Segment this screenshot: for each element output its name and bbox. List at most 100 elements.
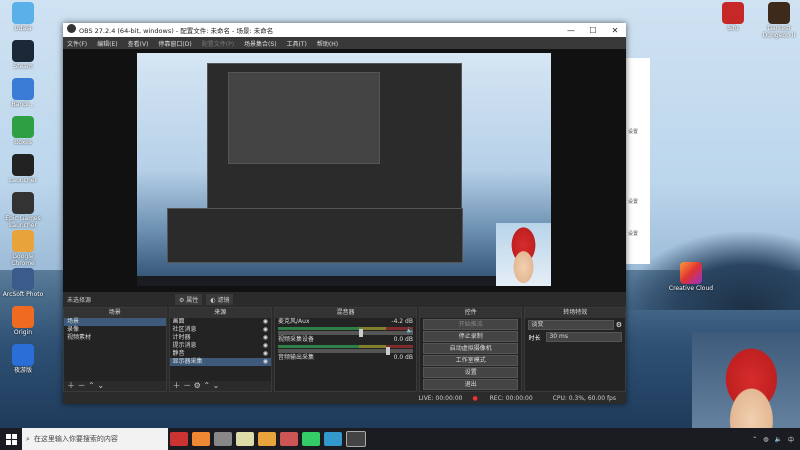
desktop-shortcut[interactable]: Udala	[0, 2, 46, 33]
desktop-shortcut[interactable]: Origin	[0, 306, 46, 337]
taskbar-search-box[interactable]: ⌕ 在这里输入你要搜索的内容	[22, 428, 168, 450]
menu-docks[interactable]: 停靠窗口(D)	[158, 39, 191, 48]
volume-slider[interactable]: 🔈	[278, 326, 415, 337]
eye-icon[interactable]: ◉	[263, 334, 268, 342]
channel-db: -4.2 dB	[391, 318, 413, 325]
taskbar: ⌕ 在这里输入你要搜索的内容 ⌃ ◍ 🔈 中	[0, 428, 800, 450]
scene-item[interactable]: 录像	[64, 326, 166, 334]
menu-help[interactable]: 帮助(H)	[317, 39, 338, 48]
desktop-shortcut[interactable]: 夜游版	[0, 344, 46, 375]
minimize-icon[interactable]: —	[560, 26, 582, 35]
duration-label: 时长	[528, 334, 541, 342]
ime-icon[interactable]: 中	[788, 435, 794, 444]
menu-file[interactable]: 文件(F)	[67, 39, 87, 48]
window-title: OBS 27.2.4 (64-bit, windows) - 配置文件: 未命名…	[79, 27, 274, 35]
volume-slider[interactable]	[278, 347, 413, 355]
desktop-shortcut[interactable]: Launcher	[0, 154, 46, 185]
live-status: LIVE: 00:00:00	[418, 394, 463, 402]
creative-cloud-shortcut[interactable]: Creative Cloud	[668, 262, 714, 293]
volume-icon[interactable]: 🔈	[775, 436, 782, 443]
obs-window[interactable]: OBS 27.2.4 (64-bit, windows) - 配置文件: 未命名…	[63, 23, 627, 404]
channel-name: 音频输出采集	[278, 354, 315, 361]
eye-icon[interactable]: ◉	[263, 318, 268, 326]
menu-tools[interactable]: 工具(T)	[287, 39, 307, 48]
shortcut-icon	[12, 344, 34, 366]
eye-icon[interactable]: ◉	[263, 326, 268, 334]
chrome-icon[interactable]	[258, 432, 276, 446]
add-source-icon[interactable]: ＋	[173, 381, 181, 390]
duration-input[interactable]: 30 ms	[546, 332, 623, 342]
source-item[interactable]: 提示消息 ◉	[170, 342, 272, 350]
menu-profile[interactable]: 配置文件(P)	[202, 39, 234, 48]
add-scene-icon[interactable]: ＋	[67, 381, 75, 390]
filters-label: 滤镜	[217, 296, 230, 304]
start-streaming-button[interactable]: 开始推流	[422, 319, 519, 330]
source-item[interactable]: 显示器采集 ◉	[169, 358, 272, 366]
scene-item[interactable]: 视频素材	[64, 334, 166, 342]
transitions-header: 转场特效	[525, 308, 626, 318]
menu-edit[interactable]: 编辑(E)	[97, 39, 117, 48]
move-up-icon[interactable]: ⌃	[88, 381, 95, 390]
mute-icon[interactable]: 🔈	[406, 326, 415, 334]
source-item[interactable]: 计时器 ◉	[170, 334, 272, 342]
network-icon[interactable]: ◍	[763, 436, 768, 443]
start-virtual-camera-button[interactable]: 启动虚拟摄像机	[422, 343, 519, 354]
file-explorer-icon[interactable]	[236, 432, 254, 446]
taskbar-app-icon[interactable]	[170, 432, 188, 446]
wechat-icon[interactable]	[302, 432, 320, 446]
menu-view[interactable]: 查看(V)	[128, 39, 149, 48]
taskbar-app-icon[interactable]	[324, 432, 342, 446]
desktop-shortcut[interactable]: Sifu	[710, 2, 756, 33]
settings-button[interactable]: 设置	[422, 367, 519, 378]
shortcut-label: Google Chrome	[11, 253, 35, 267]
mixer-header: 混音器	[275, 308, 416, 318]
source-item[interactable]: 社区消息 ◉	[170, 326, 272, 334]
maximize-icon[interactable]: ☐	[582, 26, 604, 35]
taskbar-app-icon[interactable]	[280, 432, 298, 446]
dialog-item[interactable]: 设置	[628, 230, 638, 237]
exit-button[interactable]: 退出	[422, 379, 519, 390]
remove-source-icon[interactable]: －	[183, 381, 191, 390]
obs-taskbar-icon[interactable]	[346, 431, 366, 447]
remove-scene-icon[interactable]: －	[78, 381, 86, 390]
eye-icon[interactable]: ◉	[263, 342, 268, 350]
dialog-item[interactable]: 设置	[628, 198, 638, 205]
desktop-shortcut[interactable]: ArcSoft Photo	[0, 268, 46, 299]
menu-scene-collection[interactable]: 场景集合(S)	[244, 39, 277, 48]
tray-chevron-icon[interactable]: ⌃	[752, 436, 757, 443]
properties-button[interactable]: ⚙ 属性	[175, 293, 203, 305]
desktop-shortcut[interactable]: Epic Games Launcher	[0, 192, 46, 229]
stop-recording-button[interactable]: 停止录制	[422, 331, 519, 342]
volume-slider-handle[interactable]	[385, 347, 390, 355]
studio-mode-button[interactable]: 工作室模式	[422, 355, 519, 366]
source-status-row: 未选择源 ⚙ 属性 ◐ 滤镜	[63, 292, 626, 306]
task-view-icon[interactable]	[214, 432, 232, 446]
move-down-icon[interactable]: ⌄	[213, 381, 220, 390]
taskbar-app-icon[interactable]	[192, 432, 210, 446]
eye-icon[interactable]: ◉	[263, 358, 268, 366]
source-label: 提示消息	[172, 342, 197, 349]
gear-icon[interactable]: ⚙	[616, 321, 622, 329]
source-label: 静音	[172, 350, 185, 357]
scene-item[interactable]: 场景	[64, 318, 166, 326]
transition-select[interactable]: 淡变	[528, 320, 614, 330]
desktop-shortcut[interactable]: Darkest Dungeon II	[756, 2, 800, 39]
volume-slider-handle[interactable]	[358, 329, 363, 337]
desktop-shortcut[interactable]: Bandi...	[0, 78, 46, 109]
windows-start-icon[interactable]	[0, 428, 22, 450]
eye-icon[interactable]: ◉	[263, 350, 268, 358]
close-icon[interactable]: ✕	[604, 26, 626, 35]
titlebar[interactable]: OBS 27.2.4 (64-bit, windows) - 配置文件: 未命名…	[63, 23, 626, 37]
source-item[interactable]: 静音 ◉	[170, 350, 272, 358]
mixer-channel-row: 音频输出采集 0.0 dB	[275, 354, 416, 362]
filters-button[interactable]: ◐ 滤镜	[206, 293, 234, 305]
preview-webcam-overlay	[496, 223, 551, 286]
move-up-icon[interactable]: ⌃	[203, 381, 210, 390]
desktop-shortcut[interactable]: Boxes	[0, 116, 46, 147]
desktop-shortcut[interactable]: Google Chrome	[0, 230, 46, 267]
source-item[interactable]: 画面 ◉	[170, 318, 272, 326]
move-down-icon[interactable]: ⌄	[97, 381, 104, 390]
desktop-shortcut[interactable]: Steam	[0, 40, 46, 71]
source-settings-icon[interactable]: ⚙	[194, 381, 201, 390]
dialog-item[interactable]: 设置	[628, 128, 638, 135]
